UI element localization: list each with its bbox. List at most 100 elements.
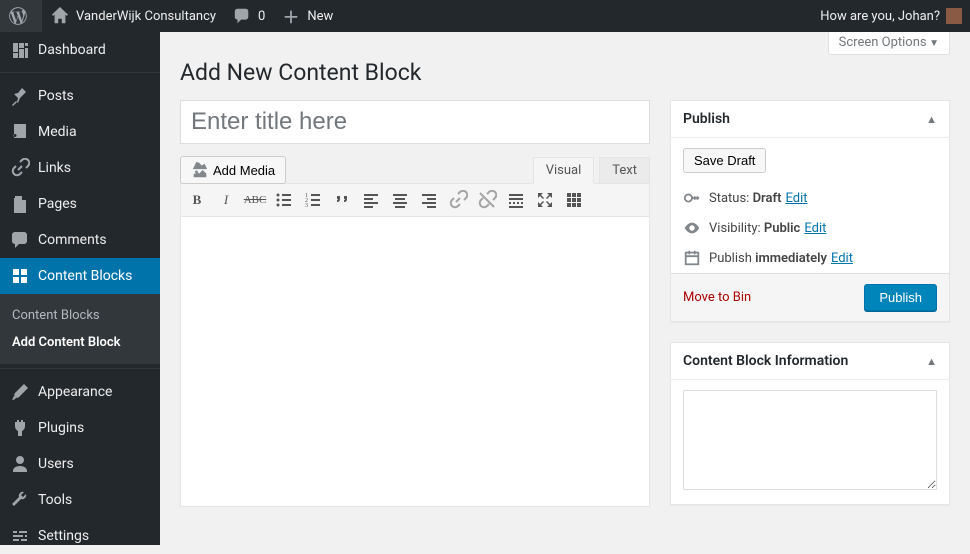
plugin-icon [10, 418, 30, 438]
sidebar-item-media[interactable]: Media [0, 114, 160, 150]
sidebar-item-plugins[interactable]: Plugins [0, 410, 160, 446]
sidebar-item-label: Settings [38, 528, 89, 544]
submenu-item-list[interactable]: Content Blocks [0, 302, 160, 329]
comment-icon [232, 6, 252, 26]
chevron-up-icon: ▲ [926, 355, 937, 368]
unlink-button[interactable] [473, 186, 501, 214]
save-draft-button[interactable]: Save Draft [683, 148, 766, 173]
edit-visibility-link[interactable]: Edit [804, 221, 826, 236]
greeting-text: How are you, Johan? [820, 9, 940, 24]
content-block-info-textarea[interactable] [683, 390, 937, 490]
sidebar-item-pages[interactable]: Pages [0, 186, 160, 222]
sidebar-item-label: Dashboard [38, 42, 106, 58]
menu-separator [0, 68, 160, 73]
publish-button[interactable]: Publish [864, 284, 937, 311]
calendar-icon [683, 249, 701, 267]
blockquote-button[interactable] [328, 186, 356, 214]
menu-separator [0, 364, 160, 369]
edit-status-link[interactable]: Edit [785, 191, 807, 206]
home-icon [50, 6, 70, 26]
tab-visual[interactable]: Visual [533, 157, 595, 184]
sidebar-item-label: Users [38, 456, 74, 472]
pin-icon [10, 86, 30, 106]
editor-toolbar: B I ABC 123 [180, 183, 650, 217]
camera-icon [191, 161, 209, 179]
toolbar-toggle-button[interactable] [560, 186, 588, 214]
align-left-button[interactable] [357, 186, 385, 214]
site-name-text: VanderWijk Consultancy [76, 9, 216, 24]
link-button[interactable] [444, 186, 472, 214]
bold-button[interactable]: B [183, 186, 211, 214]
schedule-row: Publish immediately Edit [671, 243, 949, 273]
sidebar-item-label: Comments [38, 232, 107, 248]
bullet-list-button[interactable] [270, 186, 298, 214]
publish-metabox-header[interactable]: Publish ▲ [671, 101, 949, 138]
insert-more-button[interactable] [502, 186, 530, 214]
info-title: Content Block Information [683, 353, 848, 369]
publish-title: Publish [683, 111, 730, 127]
visibility-row: Visibility: Public Edit [671, 213, 949, 243]
italic-button[interactable]: I [212, 186, 240, 214]
admin-bar: VanderWijk Consultancy 0 New How are you… [0, 0, 970, 32]
user-icon [10, 454, 30, 474]
screen-options-button[interactable]: Screen Options [828, 32, 950, 55]
new-text: New [307, 9, 333, 24]
tab-text[interactable]: Text [599, 157, 650, 184]
sidebar-item-label: Media [38, 124, 77, 140]
main-content: Screen Options Add New Content Block Add… [160, 32, 970, 545]
sidebar-item-comments[interactable]: Comments [0, 222, 160, 258]
sidebar-item-label: Posts [38, 88, 74, 104]
move-to-bin-link[interactable]: Move to Bin [683, 290, 751, 305]
align-right-button[interactable] [415, 186, 443, 214]
sidebar-item-dashboard[interactable]: Dashboard [0, 32, 160, 68]
wordpress-icon [8, 6, 28, 26]
sidebar-item-label: Pages [38, 196, 77, 212]
editor-content[interactable] [180, 217, 650, 507]
sidebar-item-label: Tools [38, 492, 72, 508]
edit-schedule-link[interactable]: Edit [831, 251, 853, 266]
dashboard-icon [10, 40, 30, 60]
my-account[interactable]: How are you, Johan? [812, 0, 970, 32]
media-icon [10, 122, 30, 142]
site-name-link[interactable]: VanderWijk Consultancy [42, 0, 224, 32]
info-metabox-header[interactable]: Content Block Information ▲ [671, 343, 949, 380]
admin-sidebar: Dashboard Posts Media Links Pages Commen… [0, 32, 160, 545]
sidebar-item-settings[interactable]: Settings [0, 518, 160, 554]
sidebar-item-posts[interactable]: Posts [0, 78, 160, 114]
content-block-info-metabox: Content Block Information ▲ [670, 342, 950, 505]
wrench-icon [10, 490, 30, 510]
link-icon [10, 158, 30, 178]
sidebar-item-appearance[interactable]: Appearance [0, 374, 160, 410]
sidebar-item-links[interactable]: Links [0, 150, 160, 186]
eye-icon [683, 219, 701, 237]
submenu-item-add[interactable]: Add Content Block [0, 329, 160, 356]
status-row: Status: Draft Edit [671, 183, 949, 213]
submenu-content-blocks: Content Blocks Add Content Block [0, 294, 160, 364]
sidebar-item-users[interactable]: Users [0, 446, 160, 482]
wp-logo[interactable] [0, 0, 42, 32]
sidebar-item-tools[interactable]: Tools [0, 482, 160, 518]
plus-icon [281, 6, 301, 26]
numbered-list-button[interactable]: 123 [299, 186, 327, 214]
page-icon [10, 194, 30, 214]
align-center-button[interactable] [386, 186, 414, 214]
sliders-icon [10, 526, 30, 546]
title-input[interactable] [180, 100, 650, 144]
comments-count: 0 [258, 9, 265, 24]
sidebar-item-label: Plugins [38, 420, 84, 436]
avatar [946, 8, 962, 24]
comments-link[interactable]: 0 [224, 0, 273, 32]
strikethrough-button[interactable]: ABC [241, 186, 269, 214]
sidebar-item-content-blocks[interactable]: Content Blocks [0, 258, 160, 294]
comment-icon [10, 230, 30, 250]
sidebar-item-label: Links [38, 160, 71, 176]
brush-icon [10, 382, 30, 402]
publish-metabox: Publish ▲ Save Draft Status: Draft Edit [670, 100, 950, 322]
add-media-label: Add Media [213, 163, 275, 178]
add-media-button[interactable]: Add Media [180, 156, 286, 184]
key-icon [683, 189, 701, 207]
sidebar-item-label: Content Blocks [38, 268, 132, 284]
new-link[interactable]: New [273, 0, 341, 32]
fullscreen-button[interactable] [531, 186, 559, 214]
svg-text:3: 3 [305, 203, 308, 209]
